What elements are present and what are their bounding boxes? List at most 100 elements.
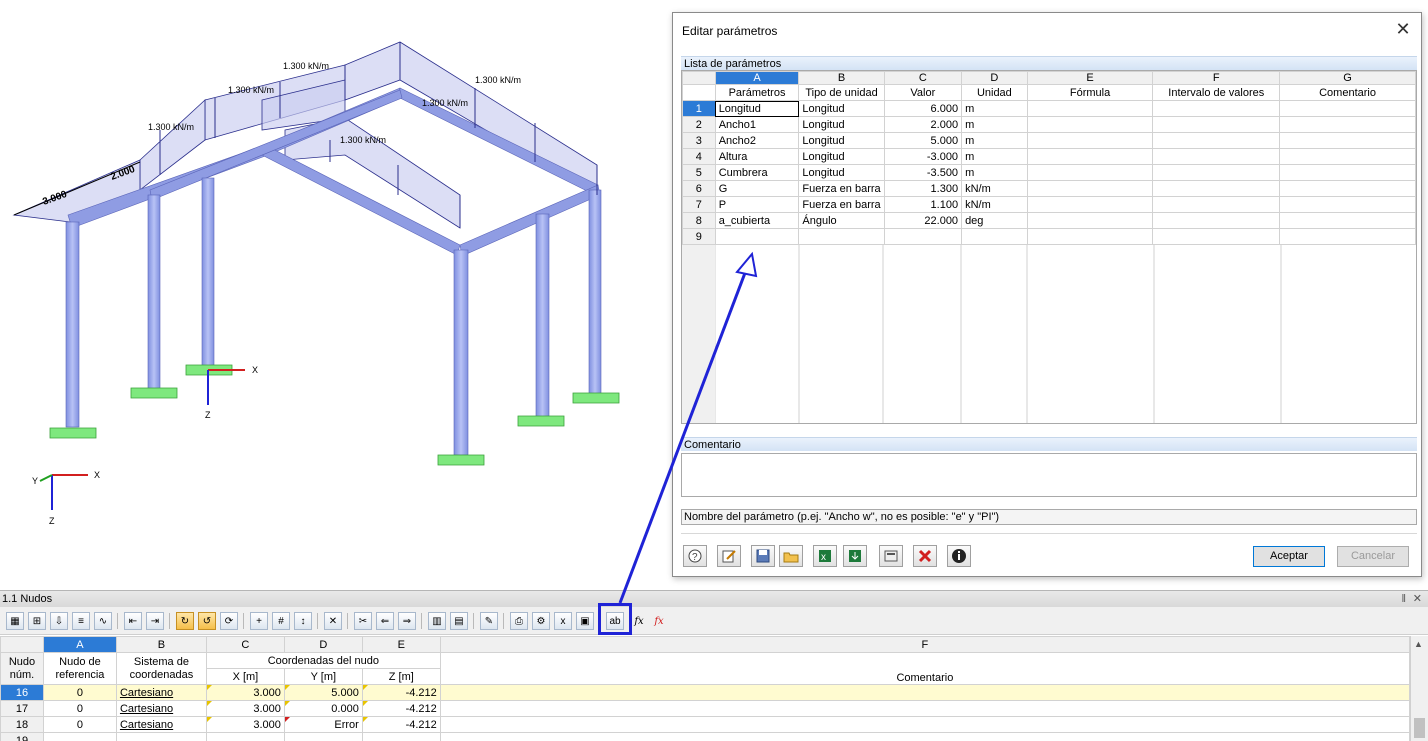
remove-formula-icon[interactable]: fx bbox=[650, 612, 668, 630]
comment-cell[interactable] bbox=[1279, 132, 1416, 149]
value-cell[interactable]: 1.300 bbox=[883, 180, 963, 197]
settings-icon[interactable]: ⚙ bbox=[532, 612, 550, 630]
unit-cell[interactable] bbox=[961, 228, 1028, 245]
parameter-table[interactable]: A B C D E F G Parámetros Tipo de unidad Valor Unid… bbox=[681, 70, 1417, 424]
close-icon[interactable]: ✕ bbox=[1413, 591, 1422, 607]
formula-cell[interactable] bbox=[1026, 212, 1154, 229]
columns-icon[interactable]: ▥ bbox=[428, 612, 446, 630]
comment-cell[interactable] bbox=[1279, 164, 1416, 181]
table-row[interactable]: 8 a_cubierta Ángulo 22.000 deg bbox=[682, 212, 1416, 229]
comment-textarea[interactable] bbox=[681, 453, 1417, 497]
edit-icon[interactable] bbox=[717, 545, 741, 567]
open-folder-icon[interactable] bbox=[779, 545, 803, 567]
export-icon[interactable]: ⇥ bbox=[146, 612, 164, 630]
formula-cell[interactable] bbox=[1026, 100, 1154, 117]
value-cell[interactable]: 5.000 bbox=[883, 132, 963, 149]
move-row-icon[interactable]: ⇩ bbox=[50, 612, 68, 630]
unit-type-cell[interactable]: Fuerza en barra bbox=[798, 180, 885, 197]
row-number[interactable]: 7 bbox=[682, 196, 716, 213]
table-row[interactable]: 2 Ancho1 Longitud 2.000 m bbox=[682, 116, 1416, 133]
save-icon[interactable] bbox=[751, 545, 775, 567]
row-number[interactable]: 9 bbox=[682, 228, 716, 245]
column-letter[interactable]: C bbox=[883, 71, 963, 85]
row-number[interactable]: 19 bbox=[0, 732, 44, 741]
coordinate-system-cell[interactable]: Cartesiano bbox=[115, 716, 207, 733]
comment-cell[interactable] bbox=[1279, 180, 1416, 197]
y-cell[interactable]: Error bbox=[283, 716, 363, 733]
import-icon[interactable]: ⇤ bbox=[124, 612, 142, 630]
column-letter[interactable]: B bbox=[115, 636, 207, 653]
parameter-table-empty-area[interactable] bbox=[682, 245, 1416, 423]
info-icon[interactable] bbox=[947, 545, 971, 567]
table-row[interactable]: 6 G Fuerza en barra 1.300 kN/m bbox=[682, 180, 1416, 197]
row-number[interactable]: 18 bbox=[0, 716, 44, 733]
table-view-icon[interactable]: ▦ bbox=[6, 612, 24, 630]
unit-type-cell[interactable]: Fuerza en barra bbox=[798, 196, 885, 213]
value-cell[interactable]: 1.100 bbox=[883, 196, 963, 213]
row-format-icon[interactable]: ≡ bbox=[72, 612, 90, 630]
comment-cell[interactable] bbox=[439, 716, 1410, 733]
unit-cell[interactable]: m bbox=[961, 164, 1028, 181]
cancel-button[interactable]: Cancelar bbox=[1337, 546, 1409, 567]
copy-row-icon[interactable]: ⇐ bbox=[376, 612, 394, 630]
table-row[interactable]: 5 Cumbrera Longitud -3.500 m bbox=[682, 164, 1416, 181]
value-cell[interactable]: 22.000 bbox=[883, 212, 963, 229]
comment-cell[interactable] bbox=[439, 684, 1410, 701]
range-cell[interactable] bbox=[1152, 116, 1281, 133]
row-number[interactable]: 2 bbox=[682, 116, 716, 133]
parameter-name-cell[interactable] bbox=[714, 228, 800, 245]
x-cell[interactable]: 3.000 bbox=[205, 716, 285, 733]
coordinate-system-cell[interactable]: Cartesiano bbox=[115, 684, 207, 701]
filter-icon[interactable]: ↻ bbox=[176, 612, 194, 630]
z-cell[interactable]: -4.212 bbox=[361, 716, 441, 733]
x-cell[interactable] bbox=[205, 732, 285, 741]
coordinate-system-cell[interactable] bbox=[115, 732, 207, 741]
y-cell[interactable] bbox=[283, 732, 363, 741]
unit-type-cell[interactable]: Longitud bbox=[798, 116, 885, 133]
table-row[interactable]: 9 bbox=[682, 228, 1416, 245]
value-cell[interactable]: -3.000 bbox=[883, 148, 963, 165]
row-number[interactable]: 3 bbox=[682, 132, 716, 149]
parameter-name-cell[interactable]: P bbox=[714, 196, 800, 213]
comment-cell[interactable] bbox=[439, 700, 1410, 717]
column-letter[interactable]: B bbox=[798, 71, 885, 85]
help-icon[interactable]: ? bbox=[683, 545, 707, 567]
rows-icon[interactable]: ▤ bbox=[450, 612, 468, 630]
cut-row-icon[interactable]: ✂ bbox=[354, 612, 372, 630]
z-cell[interactable]: -4.212 bbox=[361, 684, 441, 701]
column-letter[interactable]: E bbox=[361, 636, 441, 653]
unit-type-cell[interactable]: Ángulo bbox=[798, 212, 885, 229]
formula-cell[interactable] bbox=[1026, 180, 1154, 197]
add-icon[interactable]: + bbox=[250, 612, 268, 630]
unit-cell[interactable]: kN/m bbox=[961, 180, 1028, 197]
value-cell[interactable] bbox=[883, 228, 963, 245]
scroll-thumb[interactable] bbox=[1414, 718, 1425, 738]
parameter-name-cell[interactable]: G bbox=[714, 180, 800, 197]
column-letter[interactable]: D bbox=[961, 71, 1028, 85]
excel-export-icon[interactable]: x bbox=[813, 545, 837, 567]
row-number[interactable]: 1 bbox=[682, 100, 716, 117]
row-number[interactable]: 17 bbox=[0, 700, 44, 717]
unit-type-cell[interactable] bbox=[798, 228, 885, 245]
row-number[interactable]: 4 bbox=[682, 148, 716, 165]
unit-cell[interactable]: kN/m bbox=[961, 196, 1028, 213]
column-letter[interactable]: F bbox=[439, 636, 1410, 653]
scroll-up-icon[interactable]: ▲ bbox=[1414, 639, 1423, 649]
close-icon[interactable]: ✕ bbox=[1395, 20, 1411, 38]
reference-node-cell[interactable]: 0 bbox=[42, 716, 117, 733]
table-row[interactable]: 16 0 Cartesiano 3.000 5.000 -4.212 bbox=[0, 684, 1410, 701]
x-cell[interactable]: 3.000 bbox=[205, 700, 285, 717]
parameter-name-cell[interactable]: Longitud bbox=[714, 100, 800, 117]
clear-icon[interactable]: ✕ bbox=[324, 612, 342, 630]
unit-type-cell[interactable]: Longitud bbox=[798, 148, 885, 165]
unit-cell[interactable]: deg bbox=[961, 212, 1028, 229]
value-cell[interactable]: 6.000 bbox=[883, 100, 963, 117]
formula-cell[interactable] bbox=[1026, 148, 1154, 165]
comment-cell[interactable] bbox=[1279, 228, 1416, 245]
x-cell[interactable]: 3.000 bbox=[205, 684, 285, 701]
range-cell[interactable] bbox=[1152, 180, 1281, 197]
formula-cell[interactable] bbox=[1026, 164, 1154, 181]
formula-cell[interactable] bbox=[1026, 228, 1154, 245]
row-number[interactable]: 5 bbox=[682, 164, 716, 181]
excel-icon[interactable]: x bbox=[554, 612, 572, 630]
